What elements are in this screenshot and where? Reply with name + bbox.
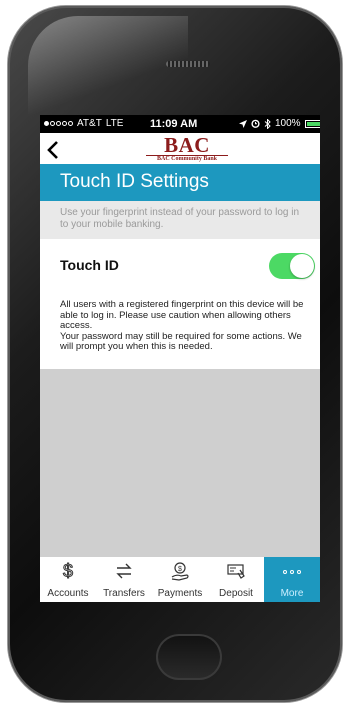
bluetooth-icon xyxy=(264,118,271,129)
status-bar: AT&T LTE 11:09 AM 100% xyxy=(40,115,320,133)
status-left: AT&T LTE xyxy=(44,118,123,129)
svg-text:$: $ xyxy=(178,566,182,573)
signal-strength-icon xyxy=(44,121,73,126)
earpiece-speaker xyxy=(166,61,210,67)
navigation-bar: BAC BAC Community Bank xyxy=(40,133,320,164)
dollar-icon: $ xyxy=(40,557,96,583)
page-description: Use your fingerprint instead of your pas… xyxy=(40,201,320,239)
back-button[interactable] xyxy=(46,136,68,160)
tab-accounts[interactable]: $ Accounts xyxy=(40,557,96,602)
logo-subtitle: BAC Community Bank xyxy=(146,155,228,163)
touch-id-label: Touch ID xyxy=(60,257,119,273)
tab-more[interactable]: More xyxy=(264,557,320,602)
app-screen: AT&T LTE 11:09 AM 100% BAC BAC Community… xyxy=(40,115,320,602)
check-deposit-icon xyxy=(208,557,264,583)
network-type: LTE xyxy=(105,118,124,129)
tab-transfers[interactable]: Transfers xyxy=(96,557,152,602)
tab-label-accounts: Accounts xyxy=(47,588,89,599)
chevron-left-icon xyxy=(47,141,58,159)
status-time: 11:09 AM xyxy=(150,118,198,130)
info-warning-text: All users with a registered fingerprint … xyxy=(60,299,304,331)
location-arrow-icon xyxy=(239,119,247,128)
phone-glare xyxy=(28,16,188,126)
tab-bar: $ Accounts Transfers $ Payments Deposit xyxy=(40,557,320,602)
svg-text:$: $ xyxy=(63,561,73,581)
transfer-icon xyxy=(96,557,152,583)
tab-label-transfers: Transfers xyxy=(103,588,145,599)
status-right: 100% xyxy=(239,118,320,129)
alarm-clock-icon xyxy=(251,119,260,128)
tab-deposit[interactable]: Deposit xyxy=(208,557,264,602)
tab-label-more: More xyxy=(280,588,304,599)
payment-icon: $ xyxy=(152,557,208,583)
touch-id-setting-row: Touch ID xyxy=(40,239,320,292)
page-title: Touch ID Settings xyxy=(60,171,209,192)
battery-percent: 100% xyxy=(275,118,301,129)
tab-payments[interactable]: $ Payments xyxy=(152,557,208,602)
touch-id-info: All users with a registered fingerprint … xyxy=(40,291,320,369)
home-button[interactable] xyxy=(156,634,222,680)
touch-id-toggle[interactable] xyxy=(269,253,315,279)
carrier-name: AT&T xyxy=(77,118,102,129)
tab-label-payments: Payments xyxy=(157,588,203,599)
bank-logo: BAC BAC Community Bank xyxy=(138,135,236,163)
tab-label-deposit: Deposit xyxy=(219,588,253,599)
logo-text: BAC xyxy=(164,133,210,157)
toggle-knob xyxy=(290,254,314,278)
more-dots-icon xyxy=(264,557,320,583)
battery-icon xyxy=(304,119,320,128)
page-header: Touch ID Settings xyxy=(40,164,320,201)
info-password-text: Your password may still be required for … xyxy=(60,330,302,352)
